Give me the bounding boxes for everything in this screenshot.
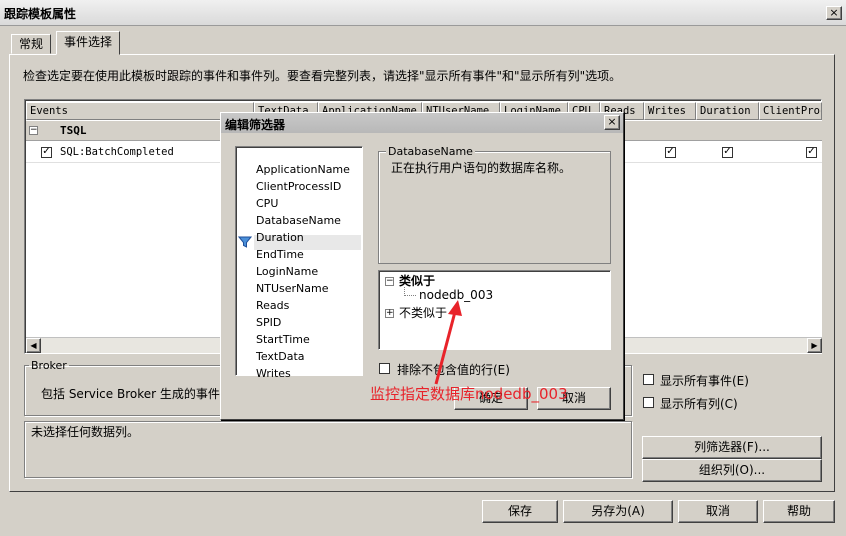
help-button[interactable]: 帮助 xyxy=(763,500,835,523)
list-item[interactable]: StartTime xyxy=(256,333,310,346)
description-legend: DatabaseName xyxy=(386,145,475,158)
list-item[interactable]: DatabaseName xyxy=(256,214,341,227)
close-icon[interactable]: × xyxy=(826,6,842,20)
scroll-right-icon[interactable]: ▶ xyxy=(807,338,822,353)
column-filter-button[interactable]: 列筛选器(F)... xyxy=(642,436,822,459)
cancel-button[interactable]: 取消 xyxy=(678,500,758,523)
instructions-text: 检查选定要在使用此模板时跟踪的事件和事件列。要查看完整列表，请选择"显示所有事件… xyxy=(23,69,622,83)
show-all-columns-label: 显示所有列(C) xyxy=(660,397,738,411)
tab-general[interactable]: 常规 xyxy=(11,34,52,54)
broker-description: 包括 Service Broker 生成的事件类。 xyxy=(41,387,244,401)
scroll-left-icon[interactable]: ◀ xyxy=(26,338,41,353)
show-all-events-checkbox[interactable] xyxy=(643,374,654,385)
column-header-duration[interactable]: Duration xyxy=(696,102,759,120)
dialog-title: 编辑筛选器 xyxy=(225,118,286,132)
list-item[interactable]: Duration xyxy=(256,231,304,244)
collapse-icon[interactable]: − xyxy=(385,277,394,286)
filter-column-list[interactable]: ApplicationName ClientProcessID CPU Data… xyxy=(235,146,363,380)
tab-event-selection[interactable]: 事件选择 xyxy=(56,31,121,55)
list-item[interactable]: ClientProcessID xyxy=(256,180,341,193)
event-name: SQL:BatchCompleted xyxy=(60,146,174,158)
filter-tree[interactable]: − 类似于 nodedb_003 + 不类似于 xyxy=(378,270,611,350)
exclude-nulls-checkbox[interactable] xyxy=(379,363,390,374)
description-text: 正在执行用户语句的数据库名称。 xyxy=(391,161,572,175)
edit-filter-dialog[interactable]: 编辑筛选器 × ApplicationName ClientProcessID … xyxy=(220,112,624,420)
no-column-group: 未选择任何数据列。 xyxy=(24,421,632,478)
show-all-events-label: 显示所有事件(E) xyxy=(660,374,749,388)
show-all-columns-checkbox[interactable] xyxy=(643,397,654,408)
list-item[interactable]: NTUserName xyxy=(256,282,328,295)
list-item[interactable]: CPU xyxy=(256,197,278,210)
filter-funnel-icon xyxy=(238,236,252,248)
annotation-text: 监控指定数据库nodedb_003 xyxy=(370,385,568,403)
event-checkbox[interactable]: ✓ xyxy=(41,147,52,158)
organize-columns-button[interactable]: 组织列(O)... xyxy=(642,459,822,482)
category-name: TSQL xyxy=(60,124,87,137)
duration-checkbox[interactable]: ✓ xyxy=(722,147,733,158)
no-column-text: 未选择任何数据列。 xyxy=(31,425,140,439)
expand-icon[interactable]: + xyxy=(385,309,394,318)
window-title: 跟踪模板属性 xyxy=(4,7,77,21)
list-item[interactable]: SPID xyxy=(256,316,281,329)
window-title-bar: 跟踪模板属性 × xyxy=(0,0,846,26)
list-item[interactable]: Reads xyxy=(256,299,289,312)
dialog-close-icon[interactable]: × xyxy=(604,115,620,130)
list-item[interactable]: EndTime xyxy=(256,248,304,261)
list-item[interactable]: ApplicationName xyxy=(256,163,350,176)
tree-line xyxy=(404,295,416,296)
dialog-title-bar: 编辑筛选器 × xyxy=(221,113,623,133)
list-item[interactable]: Writes xyxy=(256,367,291,380)
save-button[interactable]: 保存 xyxy=(482,500,558,523)
annotation-arrow-icon xyxy=(434,300,462,385)
column-header-clientprocessid[interactable]: ClientProcessID xyxy=(759,102,822,120)
column-header-writes[interactable]: Writes xyxy=(644,102,696,120)
writes-checkbox[interactable]: ✓ xyxy=(665,147,676,158)
list-item[interactable]: TextData xyxy=(256,350,305,363)
broker-legend: Broker xyxy=(31,359,67,372)
collapse-icon[interactable]: − xyxy=(29,126,38,135)
list-item[interactable]: LoginName xyxy=(256,265,318,278)
save-as-button[interactable]: 另存为(A) xyxy=(563,500,673,523)
clientprocessid-checkbox[interactable]: ✓ xyxy=(806,147,817,158)
